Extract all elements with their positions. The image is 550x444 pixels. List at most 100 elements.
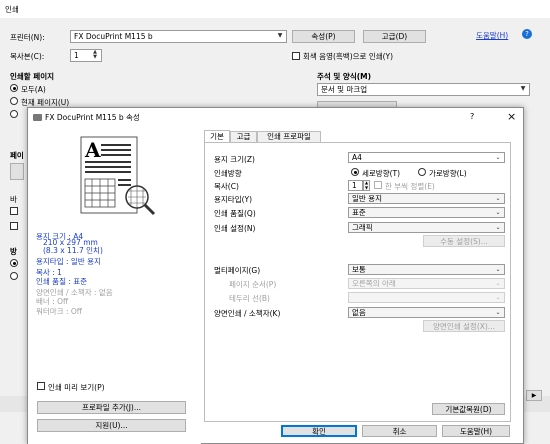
copies-spinner-icon[interactable]: ▲ ▼ [363,180,370,191]
info-quality: 인쇄 품질 : 표준 [36,277,88,286]
side-checkbox-2[interactable] [10,222,18,230]
copies-field-label: 복사(C) [214,182,239,191]
duplex-value: 없음 [352,308,366,317]
comments-select[interactable]: 문서 및 마크업 ▼ [317,83,530,96]
page-order-select[interactable]: 오른쪽의 아래 ⌄ [348,278,505,289]
quality-label: 인쇄 품질(Q) [214,209,256,218]
copies-input[interactable]: 1 ▲ ▼ [70,49,102,62]
tab-advanced[interactable]: 고급 [230,131,257,142]
duplex-label: 양면인쇄 / 소책자(K) [214,309,281,318]
help-link[interactable]: 도움말(H) [476,30,508,41]
landscape-radio[interactable] [418,168,426,176]
pages-heading: 인쇄할 페이지 [10,72,55,81]
duplex-select[interactable]: 없음 ⌄ [348,307,505,318]
comments-heading: 주석 및 양식(M) [317,72,372,81]
side-orient-radio-1[interactable] [10,259,18,267]
side-checkbox-1[interactable] [10,207,18,215]
page-order-value: 오른쪽의 아래 [352,279,396,288]
print-window-titlebar [0,0,550,18]
portrait-label: 세로방향(T) [362,169,401,178]
tab-basic[interactable]: 기본 [204,130,230,142]
paper-size-value: A4 [352,153,362,162]
info-paper-inch: (8.3 x 11.7 인치) [43,246,103,255]
manual-settings-button[interactable]: 수동 설정(S)... [423,235,505,247]
preview-checkbox-label: 인쇄 미리 보기(P) [48,383,105,392]
side-label-orient: 방 [10,247,17,256]
chevron-down-icon: ⌄ [495,266,501,273]
quality-value: 표준 [352,208,366,217]
paper-size-label: 용지 크기(Z) [214,155,255,164]
printer-select-value: FX DocuPrint M115 b [74,32,153,41]
side-label-page: 페이 [10,151,24,160]
chevron-down-icon: ▼ [520,85,526,92]
page-range-radio[interactable] [10,110,18,118]
restore-defaults-button[interactable]: 기본값복원(D) [432,403,505,415]
preview-checkbox[interactable] [37,382,45,390]
grayscale-label: 회색 음영(흑백)으로 인쇄(Y) [303,52,394,61]
print-settings-label: 인쇄 설정(N) [214,224,256,233]
support-button[interactable]: 지원(U)... [37,419,186,432]
printer-advanced-button[interactable]: 고급(D) [363,30,426,43]
current-page-radio[interactable] [10,97,18,105]
portrait-radio[interactable] [351,168,359,176]
print-window-title: 인쇄 [5,5,19,14]
collate-label: 한 부씩 정렬(E) [385,182,435,191]
comments-select-value: 문서 및 마크업 [321,85,368,94]
cancel-button[interactable]: 취소 [362,425,437,437]
dialog-help-icon[interactable]: ? [470,112,474,121]
chevron-down-icon: ⌄ [495,280,501,287]
copies-field-value: 1 [352,181,357,190]
dialog-printer-icon [33,114,42,121]
collate-checkbox[interactable] [374,181,382,189]
orientation-label: 인쇄방향 [214,169,242,178]
copies-field-input[interactable]: 1 [348,180,363,191]
grayscale-checkbox[interactable] [292,52,300,60]
media-type-label: 용지타입(Y) [214,195,253,204]
paper-size-select[interactable]: A4 ⌄ [348,152,505,163]
chevron-down-icon: ⌄ [495,195,501,202]
chevron-down-icon: ⌄ [495,154,501,161]
dialog-close-icon[interactable]: × [507,110,516,123]
printer-select[interactable]: FX DocuPrint M115 b ▼ [70,30,287,43]
document-preview-icon: A [80,136,156,216]
print-settings-select[interactable]: 그래픽 ⌄ [348,222,505,233]
side-label-size: 바 [10,195,17,204]
properties-dialog: FX DocuPrint M115 b 속성 ? × A 용지 크기 : A4 … [27,107,524,444]
side-button-bg [10,163,24,180]
side-orient-radio-2[interactable] [10,272,18,280]
help-circle-icon[interactable]: ? [522,29,532,39]
quality-select[interactable]: 표준 ⌄ [348,207,505,218]
chevron-down-icon: ▼ [277,32,283,39]
print-settings-value: 그래픽 [352,223,373,232]
info-media-type: 용지타입 : 일반 용지 [36,257,101,266]
chevron-down-icon: ⌄ [495,294,501,301]
left-panel: A 용지 크기 : A4 210 x 297 mm (8.3 x 11.7 인치… [28,125,201,444]
printer-label: 프린터(N): [10,33,45,42]
tab-print-profiles[interactable]: 인쇄 프로파일 [257,131,321,142]
duplex-settings-button[interactable]: 양면인쇄 설정(X)... [423,320,505,332]
spinner-icon[interactable]: ▲ ▼ [91,50,99,60]
basic-tab-panel: 용지 크기(Z) A4 ⌄ 인쇄방향 세로방향(T) 가로방향(L) 복사(C)… [204,142,511,422]
chevron-down-icon: ⌄ [495,209,501,216]
multipage-value: 보통 [352,265,366,274]
all-pages-radio[interactable] [10,84,18,92]
dialog-title: FX DocuPrint M115 b 속성 [45,113,140,122]
add-profile-button[interactable]: 프로파일 추가(J)... [37,401,186,414]
copies-input-value: 1 [74,51,79,60]
multipage-select[interactable]: 보통 ⌄ [348,264,505,275]
multipage-label: 멀티페이지(G) [214,266,261,275]
info-watermark: 워터마크 : Off [36,307,82,316]
all-pages-label: 모두(A) [21,85,46,94]
ok-button[interactable]: 확인 [281,425,357,437]
chevron-down-icon: ⌄ [495,224,501,231]
media-type-select[interactable]: 일반 용지 ⌄ [348,193,505,204]
printer-properties-button[interactable]: 속성(P) [292,30,355,43]
page-order-label: 페이지 순서(P) [229,280,277,289]
bottom-right-button[interactable]: ▶ [526,390,542,401]
media-type-value: 일반 용지 [352,194,382,203]
chevron-down-icon: ⌄ [495,309,501,316]
dialog-help-button[interactable]: 도움말(H) [442,425,510,437]
landscape-label: 가로방향(L) [429,169,467,178]
copies-label: 복사본(C): [10,52,45,61]
border-line-select[interactable]: ⌄ [348,292,505,303]
